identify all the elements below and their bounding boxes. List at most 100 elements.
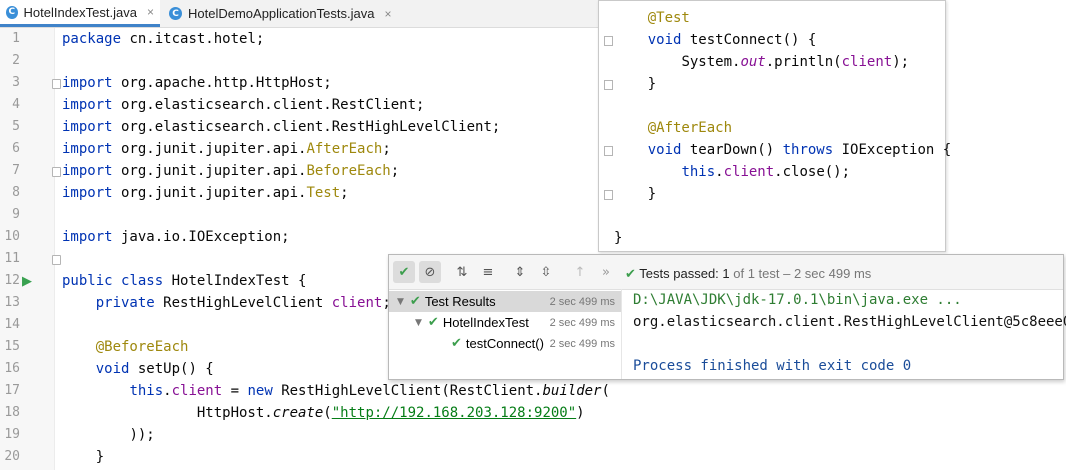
- console-exit-line: Process finished with exit code 0: [633, 358, 912, 374]
- tab-hotel-index-test[interactable]: C HotelIndexTest.java ×: [0, 0, 160, 27]
- show-passed-icon[interactable]: ✔: [393, 261, 415, 283]
- code-line: package cn.itcast.hotel;: [62, 28, 264, 50]
- expand-all-icon[interactable]: ⇕: [509, 261, 531, 283]
- code-text: System.: [681, 54, 741, 70]
- code-keyword: import: [62, 119, 113, 135]
- fold-marker-icon[interactable]: [604, 190, 613, 200]
- previous-failed-icon[interactable]: ↑: [569, 261, 591, 283]
- code-keyword: new: [247, 383, 273, 399]
- code-editor[interactable]: 1 2 3 4 5 6 7 8 9 10 11 12 13 14 15 16 1…: [0, 28, 610, 470]
- fold-marker-icon[interactable]: [604, 80, 613, 90]
- console-output[interactable]: D:\JAVA\JDK\jdk-17.0.1\bin\java.exe ... …: [633, 289, 1066, 377]
- collapse-all-icon[interactable]: ⇳: [535, 261, 557, 283]
- tree-item-test-results[interactable]: ▼ ✔ Test Results 2 sec 499 ms: [389, 291, 621, 312]
- line-number: 4: [12, 97, 20, 112]
- status-count: 1: [722, 266, 730, 281]
- line-number: 8: [12, 185, 20, 200]
- code-keyword: this: [129, 383, 164, 399]
- tab-hotel-demo-application-tests[interactable]: C HotelDemoApplicationTests.java ×: [163, 0, 399, 27]
- status-prefix: Tests passed:: [639, 266, 723, 281]
- code-text: org.junit.jupiter.api.: [112, 141, 307, 157]
- passed-check-icon: ✔: [625, 267, 636, 282]
- fold-marker-icon[interactable]: [604, 36, 613, 46]
- passed-check-icon: ✔: [409, 294, 421, 309]
- sort-alphabetically-icon[interactable]: ⇅: [451, 261, 473, 283]
- code-text: }: [614, 230, 623, 246]
- run-gutter-icon[interactable]: ▶: [22, 274, 38, 289]
- code-text: =: [222, 383, 248, 399]
- code-text: RestHighLevelClient: [154, 295, 332, 311]
- code-keyword: import: [62, 141, 113, 157]
- code-text: ;: [340, 185, 349, 201]
- fold-marker-icon[interactable]: [604, 146, 613, 156]
- code-line: }: [614, 227, 622, 249]
- code-text: RestHighLevelClient(RestClient.: [272, 383, 543, 399]
- tree-item-hotel-index-test[interactable]: ▼ ✔ HotelIndexTest 2 sec 499 ms: [389, 312, 621, 333]
- code-annotation: AfterEach: [306, 141, 383, 157]
- code-line: import org.elasticsearch.client.RestClie…: [62, 94, 424, 116]
- chevron-down-icon[interactable]: ▼: [415, 318, 422, 328]
- line-number: 15: [4, 339, 20, 354]
- code-text: .: [163, 383, 172, 399]
- line-number: 9: [12, 207, 20, 222]
- code-text: .close();: [774, 164, 851, 180]
- code-keyword: throws: [782, 142, 834, 158]
- code-line: }: [614, 73, 656, 95]
- code-text: ;: [382, 141, 391, 157]
- tab-label: HotelIndexTest.java: [23, 4, 137, 20]
- tab-label: HotelDemoApplicationTests.java: [188, 6, 375, 21]
- code-method: create: [272, 405, 324, 421]
- code-string-link[interactable]: "http://192.168.203.128:9200": [332, 405, 576, 421]
- fold-marker-icon[interactable]: [52, 79, 61, 89]
- code-line: this.client = new RestHighLevelClient(Re…: [62, 380, 610, 402]
- line-number: 3: [12, 75, 20, 90]
- tree-item-test-connect[interactable]: ✔ testConnect() 2 sec 499 ms: [389, 333, 621, 354]
- code-text: );: [892, 54, 910, 70]
- code-text: setUp() {: [129, 361, 214, 377]
- code-text: org.elasticsearch.client.RestHighLevelCl…: [112, 119, 501, 135]
- code-keyword: void: [647, 32, 682, 48]
- code-line: private RestHighLevelClient client;: [62, 292, 391, 314]
- code-keyword: import: [62, 185, 113, 201]
- code-text: org.apache.http.HttpHost;: [112, 75, 332, 91]
- code-text: HttpHost.: [196, 405, 273, 421]
- fold-marker-icon[interactable]: [52, 167, 61, 177]
- code-line: @BeforeEach: [62, 336, 189, 358]
- code-line: }: [62, 446, 104, 468]
- code-field: client: [331, 295, 383, 311]
- code-keyword: public: [62, 273, 113, 289]
- close-icon[interactable]: ×: [384, 7, 391, 21]
- tree-item-time: 2 sec 499 ms: [549, 295, 615, 308]
- more-options-icon[interactable]: »: [595, 261, 617, 283]
- chevron-down-icon[interactable]: ▼: [397, 297, 404, 307]
- code-field: client: [171, 383, 223, 399]
- code-text: cn.itcast.hotel;: [121, 31, 265, 47]
- code-line: System.out.println(client);: [614, 51, 909, 73]
- code-annotation: @AfterEach: [647, 120, 733, 136]
- code-line: import org.junit.jupiter.api.AfterEach;: [62, 138, 391, 160]
- code-snippet-panel[interactable]: @Test void testConnect() { System.out.pr…: [598, 0, 951, 252]
- fold-marker-icon[interactable]: [52, 255, 61, 265]
- code-text: (: [323, 405, 332, 421]
- show-ignored-icon[interactable]: ⊘: [419, 261, 441, 283]
- status-suffix: of 1 test – 2 sec 499 ms: [729, 266, 872, 281]
- code-line: import org.elasticsearch.client.RestHigh…: [62, 116, 500, 138]
- code-text: org.junit.jupiter.api.: [112, 163, 307, 179]
- code-text: ));: [129, 427, 155, 443]
- code-method: builder: [542, 383, 602, 399]
- code-text: testConnect() {: [681, 32, 817, 48]
- close-icon[interactable]: ×: [147, 5, 154, 19]
- code-text: }: [95, 449, 105, 465]
- code-keyword: void: [647, 142, 682, 158]
- code-annotation: Test: [306, 185, 341, 201]
- code-keyword: package: [62, 31, 122, 47]
- code-keyword: import: [62, 163, 113, 179]
- line-number: 19: [4, 427, 20, 442]
- console-command-line[interactable]: D:\JAVA\JDK\jdk-17.0.1\bin\java.exe ...: [633, 292, 962, 308]
- code-text: IOException {: [833, 142, 952, 158]
- run-toolbar: ✔ ⊘ ⇅ ≡ ⇕ ⇳ ↑ » ✔ Tests passed: 1 of 1 t…: [389, 255, 1063, 290]
- sort-by-duration-icon[interactable]: ≡: [477, 261, 499, 283]
- line-number: 17: [4, 383, 20, 398]
- code-text: .println(: [765, 54, 842, 70]
- code-line: void testConnect() {: [614, 29, 817, 51]
